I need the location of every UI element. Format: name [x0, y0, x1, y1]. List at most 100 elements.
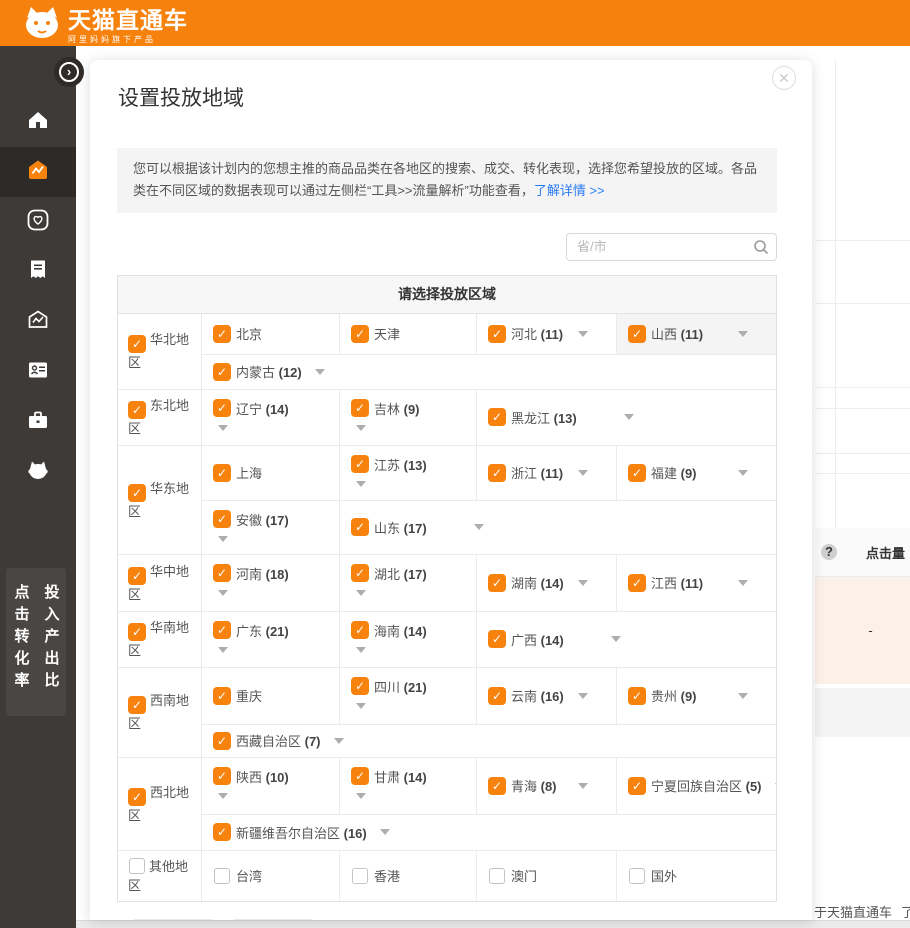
province-option-天津[interactable]: ✓天津	[339, 314, 476, 354]
checkbox-checked[interactable]: ✓	[128, 335, 146, 353]
dropdown-arrow-icon[interactable]	[356, 647, 366, 653]
province-option-宁夏回族自治区[interactable]: ✓宁夏回族自治区 (5)	[616, 758, 776, 814]
sidebar-item-insights[interactable]	[0, 297, 76, 347]
checkbox-checked[interactable]: ✓	[351, 564, 369, 582]
checkbox-checked[interactable]: ✓	[213, 363, 231, 381]
province-option-湖南[interactable]: ✓湖南 (14)	[476, 555, 616, 611]
search-icon[interactable]	[753, 239, 769, 260]
dropdown-arrow-icon[interactable]	[578, 783, 588, 789]
checkbox-unchecked[interactable]	[352, 868, 368, 884]
region-cell-华北地区[interactable]: ✓华北地区	[118, 314, 202, 389]
province-option-山西[interactable]: ✓山西 (11)	[616, 314, 776, 354]
checkbox-checked[interactable]: ✓	[128, 401, 146, 419]
dropdown-arrow-icon[interactable]	[218, 590, 228, 596]
checkbox-checked[interactable]: ✓	[213, 732, 231, 750]
province-option-重庆[interactable]: ✓重庆	[202, 668, 339, 724]
checkbox-checked[interactable]: ✓	[213, 564, 231, 582]
close-icon[interactable]: ✕	[772, 66, 796, 90]
sidebar-item-tmall[interactable]	[0, 447, 76, 497]
checkbox-checked[interactable]: ✓	[628, 777, 646, 795]
checkbox-checked[interactable]: ✓	[628, 574, 646, 592]
dropdown-arrow-icon[interactable]	[738, 693, 748, 699]
province-option-西藏自治区[interactable]: ✓西藏自治区 (7)	[202, 725, 776, 757]
region-cell-华南地区[interactable]: ✓华南地区	[118, 612, 202, 667]
dropdown-arrow-icon[interactable]	[578, 693, 588, 699]
dropdown-arrow-icon[interactable]	[611, 636, 621, 642]
checkbox-unchecked[interactable]	[489, 868, 505, 884]
dropdown-arrow-icon[interactable]	[578, 580, 588, 586]
select-all-button[interactable]: 全部选中	[133, 919, 213, 920]
checkbox-checked[interactable]: ✓	[128, 567, 146, 585]
checkbox-checked[interactable]: ✓	[128, 696, 146, 714]
province-option-贵州[interactable]: ✓贵州 (9)	[616, 668, 776, 724]
checkbox-checked[interactable]: ✓	[351, 325, 369, 343]
dropdown-arrow-icon[interactable]	[315, 369, 325, 375]
province-option-广西[interactable]: ✓广西 (14)	[476, 612, 776, 667]
checkbox-checked[interactable]: ✓	[213, 621, 231, 639]
province-option-四川[interactable]: ✓四川 (21)	[339, 668, 476, 724]
region-cell-华东地区[interactable]: ✓华东地区	[118, 446, 202, 554]
learn-more-link[interactable]: 了解详情 >>	[534, 183, 605, 198]
dropdown-arrow-icon[interactable]	[578, 470, 588, 476]
dropdown-arrow-icon[interactable]	[380, 829, 390, 835]
province-option-吉林[interactable]: ✓吉林 (9)	[339, 390, 476, 445]
checkbox-unchecked[interactable]	[129, 858, 145, 874]
province-option-湖北[interactable]: ✓湖北 (17)	[339, 555, 476, 611]
logo[interactable]: 天猫直通车 阿里妈妈旗下产品	[22, 4, 188, 47]
checkbox-checked[interactable]: ✓	[213, 510, 231, 528]
checkbox-checked[interactable]: ✓	[351, 621, 369, 639]
dropdown-arrow-icon[interactable]	[738, 580, 748, 586]
checkbox-checked[interactable]: ✓	[128, 623, 146, 641]
dropdown-arrow-icon[interactable]	[624, 414, 634, 420]
province-option-台湾[interactable]: 台湾	[202, 851, 339, 901]
dropdown-arrow-icon[interactable]	[578, 331, 588, 337]
province-option-河南[interactable]: ✓河南 (18)	[202, 555, 339, 611]
sidebar-item-favorites[interactable]	[0, 197, 76, 247]
checkbox-checked[interactable]: ✓	[351, 767, 369, 785]
region-cell-华中地区[interactable]: ✓华中地区	[118, 555, 202, 611]
sidebar-item-campaign[interactable]	[0, 147, 76, 197]
province-option-上海[interactable]: ✓上海	[202, 446, 339, 500]
dropdown-arrow-icon[interactable]	[738, 331, 748, 337]
province-option-内蒙古[interactable]: ✓内蒙古 (12)	[202, 355, 776, 389]
province-option-青海[interactable]: ✓青海 (8)	[476, 758, 616, 814]
province-option-黑龙江[interactable]: ✓黑龙江 (13)	[476, 390, 776, 445]
checkbox-checked[interactable]: ✓	[488, 325, 506, 343]
dropdown-arrow-icon[interactable]	[356, 590, 366, 596]
dropdown-arrow-icon[interactable]	[218, 793, 228, 799]
province-option-陕西[interactable]: ✓陕西 (10)	[202, 758, 339, 814]
region-cell-西北地区[interactable]: ✓西北地区	[118, 758, 202, 850]
checkbox-checked[interactable]: ✓	[128, 788, 146, 806]
province-option-江苏[interactable]: ✓江苏 (13)	[339, 446, 476, 500]
checkbox-checked[interactable]: ✓	[351, 399, 369, 417]
dropdown-arrow-icon[interactable]	[738, 470, 748, 476]
province-option-香港[interactable]: 香港	[339, 851, 476, 901]
deselect-all-button[interactable]: 全部取消	[233, 919, 313, 920]
province-option-甘肃[interactable]: ✓甘肃 (14)	[339, 758, 476, 814]
checkbox-checked[interactable]: ✓	[351, 518, 369, 536]
checkbox-checked[interactable]: ✓	[351, 455, 369, 473]
region-cell-东北地区[interactable]: ✓东北地区	[118, 390, 202, 445]
sidebar-item-home[interactable]	[0, 97, 76, 147]
checkbox-checked[interactable]: ✓	[213, 399, 231, 417]
dropdown-arrow-icon[interactable]	[775, 783, 776, 789]
sidebar-item-reports[interactable]	[0, 247, 76, 297]
dropdown-arrow-icon[interactable]	[218, 536, 228, 542]
checkbox-unchecked[interactable]	[214, 868, 230, 884]
dropdown-arrow-icon[interactable]	[356, 425, 366, 431]
province-option-山东[interactable]: ✓山东 (17)	[339, 501, 776, 554]
checkbox-checked[interactable]: ✓	[628, 325, 646, 343]
province-option-新疆维吾尔自治区[interactable]: ✓新疆维吾尔自治区 (16)	[202, 815, 776, 850]
checkbox-checked[interactable]: ✓	[488, 464, 506, 482]
checkbox-checked[interactable]: ✓	[628, 464, 646, 482]
sidebar-expand-button[interactable]: ›	[54, 57, 84, 87]
province-option-广东[interactable]: ✓广东 (21)	[202, 612, 339, 667]
checkbox-checked[interactable]: ✓	[213, 464, 231, 482]
dropdown-arrow-icon[interactable]	[334, 738, 344, 744]
sidebar-item-account[interactable]	[0, 347, 76, 397]
province-option-澳门[interactable]: 澳门	[476, 851, 616, 901]
checkbox-checked[interactable]: ✓	[488, 408, 506, 426]
dropdown-arrow-icon[interactable]	[356, 481, 366, 487]
checkbox-unchecked[interactable]	[629, 868, 645, 884]
region-cell-西南地区[interactable]: ✓西南地区	[118, 668, 202, 757]
